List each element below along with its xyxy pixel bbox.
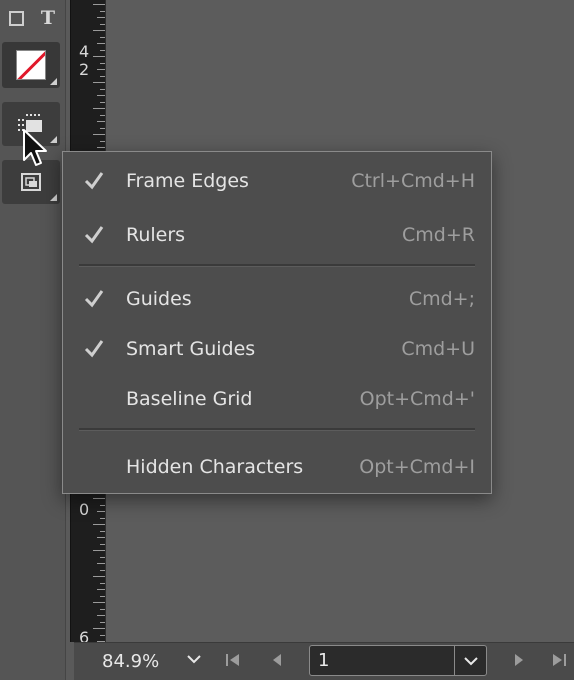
ruler-tick (97, 147, 105, 148)
ruler-tick (97, 589, 105, 590)
none-swatch-icon (16, 50, 46, 80)
checkmark-icon (84, 340, 104, 358)
ruler-tick (97, 511, 105, 512)
flyout-corner-icon (50, 136, 57, 143)
menu-item-shortcut: Cmd+; (408, 288, 475, 310)
menu-item-label: Rulers (126, 224, 186, 246)
menu-item-frame-edges[interactable]: Frame Edges Ctrl+Cmd+H (63, 161, 491, 201)
menu-item-hidden-characters[interactable]: Hidden Characters Opt+Cmd+I (63, 447, 491, 487)
ruler-tick (97, 43, 105, 44)
menu-item-label: Hidden Characters (126, 456, 304, 478)
ruler-tick (100, 140, 105, 142)
menu-item-shortcut: Opt+Cmd+' (359, 388, 475, 410)
ruler-tick (100, 75, 105, 77)
ruler-tick (100, 49, 105, 51)
ruler-tick (100, 556, 105, 558)
ruler-tick (97, 121, 105, 122)
fill-stroke-swatch-button[interactable] (2, 42, 60, 88)
ruler-tick (100, 36, 105, 38)
ruler-tick (100, 10, 105, 12)
ruler-tick (97, 69, 105, 70)
menu-separator (79, 428, 475, 431)
menu-item-shortcut: Cmd+U (401, 338, 475, 360)
ruler-tick (100, 608, 105, 610)
ruler-tick (100, 543, 105, 545)
checkmark-icon (84, 172, 104, 190)
ruler-tick (97, 95, 105, 96)
type-tool[interactable]: T (36, 6, 60, 30)
ruler-tick (100, 504, 105, 506)
menu-item-label: Guides (126, 288, 192, 310)
ruler-tick (100, 530, 105, 532)
ruler-tick (100, 101, 105, 103)
first-page-icon[interactable] (224, 651, 242, 673)
ruler-tick (100, 569, 105, 571)
menu-item-baseline-grid[interactable]: Baseline Grid Opt+Cmd+' (63, 379, 491, 419)
ruler-tick (93, 4, 105, 5)
menu-item-shortcut: Opt+Cmd+I (359, 456, 475, 478)
ruler-tick (100, 88, 105, 90)
mouse-pointer-icon (23, 129, 47, 166)
menu-item-shortcut: Ctrl+Cmd+H (351, 170, 475, 192)
ruler-tick (93, 108, 105, 109)
page-number-value: 1 (318, 650, 330, 671)
flyout-corner-icon (50, 78, 57, 85)
checkmark-icon (84, 290, 104, 308)
menu-item-shortcut: Cmd+R (402, 224, 475, 246)
ruler-number: 2 (79, 60, 90, 79)
ruler-tick (93, 602, 105, 603)
rectangle-icon (8, 10, 24, 26)
ruler-number: 4 (79, 42, 90, 61)
ruler-tick (100, 634, 105, 636)
ruler-tick (100, 582, 105, 584)
ruler-tick (100, 114, 105, 116)
chevron-down-icon[interactable] (186, 651, 202, 671)
ruler-tick (97, 17, 105, 18)
ruler-tick (93, 524, 105, 525)
view-options-menu: Frame Edges Ctrl+Cmd+H Rulers Cmd+R Guid… (62, 151, 492, 494)
ruler-tick (93, 30, 105, 31)
ruler-tick (93, 576, 105, 577)
rectangle-frame-tool[interactable] (4, 6, 28, 30)
zoom-level[interactable]: 84.9% (102, 651, 159, 672)
page-number-field[interactable]: 1 (309, 645, 487, 676)
menu-item-guides[interactable]: Guides Cmd+; (63, 279, 491, 319)
flyout-corner-icon (50, 194, 57, 201)
chevron-down-icon[interactable] (454, 646, 486, 675)
menu-item-smart-guides[interactable]: Smart Guides Cmd+U (63, 329, 491, 369)
ruler-tick (100, 62, 105, 64)
menu-separator (79, 264, 475, 267)
ruler-tick (97, 563, 105, 564)
ruler-tick (93, 134, 105, 135)
ruler-tick (100, 621, 105, 623)
ruler-tick (97, 615, 105, 616)
ruler-tick (97, 537, 105, 538)
menu-item-label: Frame Edges (126, 170, 249, 192)
ruler-number: 0 (79, 500, 90, 519)
last-page-icon[interactable] (550, 651, 568, 673)
ruler-tick (100, 517, 105, 519)
next-page-icon[interactable] (512, 651, 526, 673)
status-bar: 84.9% 1 (74, 642, 574, 680)
ruler-tick (100, 595, 105, 597)
toolbox: T (0, 0, 66, 680)
checkmark-icon (84, 226, 104, 244)
menu-item-label: Smart Guides (126, 338, 256, 360)
prev-page-icon[interactable] (270, 651, 284, 673)
screen-mode-icon (21, 173, 41, 191)
ruler-tick (93, 82, 105, 83)
menu-item-rulers[interactable]: Rulers Cmd+R (63, 215, 491, 255)
ruler-tick (93, 498, 105, 499)
ruler-tick (93, 550, 105, 551)
ruler-tick (100, 127, 105, 129)
ruler-tick (93, 56, 105, 57)
menu-item-label: Baseline Grid (126, 388, 253, 410)
ruler-tick (100, 23, 105, 25)
ruler-tick (93, 628, 105, 629)
